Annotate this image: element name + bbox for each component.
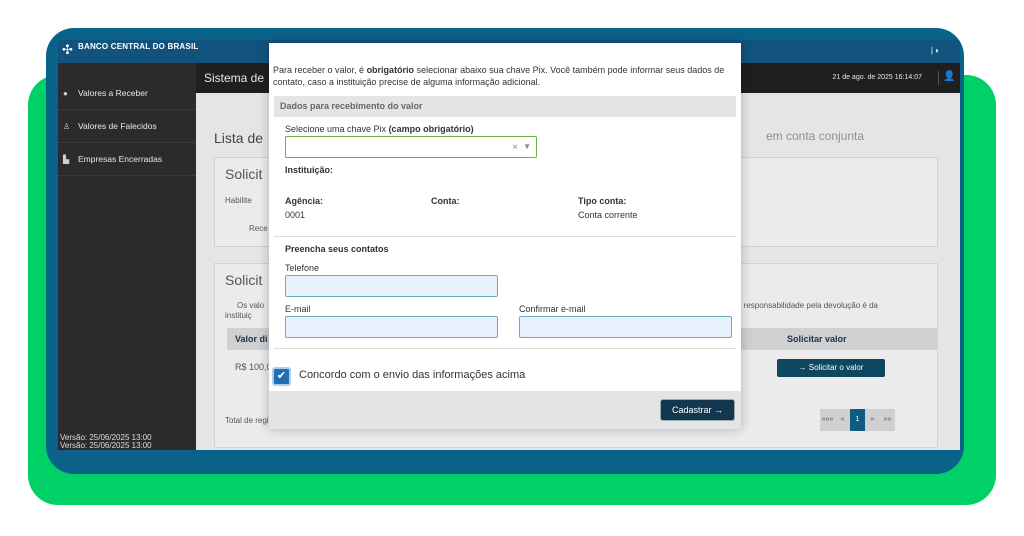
- person-icon: ♙: [63, 122, 71, 131]
- modal-footer: Cadastrar →: [269, 391, 741, 429]
- confirm-email-input[interactable]: [519, 316, 732, 338]
- next-page-button[interactable]: »: [865, 409, 880, 431]
- agree-label: Concordo com o envio das informações aci…: [299, 369, 526, 381]
- agency-label: Agência:: [285, 196, 324, 206]
- total-records: Total de regi: [225, 416, 269, 425]
- factory-icon: ▙: [63, 155, 70, 164]
- agree-checkbox[interactable]: ✔: [272, 367, 291, 386]
- confirm-email-label: Confirmar e-mail: [519, 304, 586, 314]
- sidebar-item-label: Empresas Encerradas: [78, 154, 163, 164]
- card-title: Solicit: [225, 272, 263, 288]
- email-input[interactable]: [285, 316, 498, 338]
- pagination: ««« « 1 » »»: [820, 409, 895, 431]
- bank-name: BANCO CENTRAL DO BRASIL: [78, 42, 199, 51]
- version-text: Versão: 25/06/2025 13:00: [60, 441, 152, 450]
- institution-label: Instituição:: [285, 165, 334, 175]
- prev-page-button[interactable]: «: [835, 409, 850, 431]
- phone-input[interactable]: [285, 275, 498, 297]
- page-button[interactable]: 1: [850, 409, 865, 431]
- conjunta-text: em conta conjunta: [766, 129, 865, 143]
- agency-value: 0001: [285, 210, 306, 220]
- column-header: Solicitar valor: [787, 334, 847, 344]
- pix-modal: Para receber o valor, é obrigatório sele…: [269, 43, 741, 429]
- account-label: Conta:: [431, 196, 460, 206]
- page-title: Lista de: [214, 130, 264, 146]
- row-value: R$ 100,0: [235, 362, 272, 372]
- account-type-value: Conta corrente: [578, 210, 638, 220]
- phone-label: Telefone: [285, 263, 320, 273]
- sidebar-item-valores-de-falecidos[interactable]: ♙ Valores de Falecidos: [58, 110, 196, 143]
- info-text: Habilite: [225, 196, 252, 205]
- first-page-button[interactable]: «««: [820, 409, 835, 431]
- info-text: a responsabilidade pela devolução é da: [737, 301, 878, 310]
- sidebar: ● Valores a Receber ♙ Valores de Falecid…: [58, 63, 196, 450]
- card-title: Solicit: [225, 166, 263, 182]
- email-label: E-mail: [285, 304, 311, 314]
- sidebar-item-label: Valores de Falecidos: [78, 121, 157, 131]
- account-type-label: Tipo conta:: [578, 196, 627, 206]
- submit-button[interactable]: Cadastrar →: [661, 400, 734, 420]
- chevron-down-icon: ▼: [523, 142, 531, 151]
- chat-bubble-icon: ●: [63, 89, 68, 98]
- last-page-button[interactable]: »»: [880, 409, 895, 431]
- info-text: Os valo: [237, 301, 265, 310]
- clear-icon[interactable]: ×: [512, 142, 518, 153]
- divider: [274, 236, 736, 237]
- datetime: 21 de ago. de 2025 16:14:07: [832, 74, 922, 81]
- sidebar-item-valores-a-receber[interactable]: ● Valores a Receber: [58, 77, 196, 110]
- section-header: Dados para recebimento do valor: [274, 96, 736, 117]
- radio-option-label[interactable]: Rece: [249, 224, 268, 233]
- contrast-toggle-icon[interactable]: | ◐: [931, 46, 940, 55]
- sidebar-item-label: Valores a Receber: [78, 88, 148, 98]
- check-icon: ✔: [276, 370, 287, 382]
- bcb-logo-icon: ✣: [62, 42, 73, 57]
- request-value-button[interactable]: → Solicitar o valor: [777, 359, 885, 377]
- contacts-title: Preencha seus contatos: [285, 244, 389, 254]
- column-header: Valor di: [235, 334, 268, 344]
- pix-key-label: Selecione uma chave Pix (campo obrigatór…: [285, 124, 474, 134]
- info-text: instituiç: [225, 311, 252, 320]
- pix-key-select[interactable]: × ▼: [285, 136, 537, 158]
- modal-intro: Para receber o valor, é obrigatório sele…: [273, 65, 725, 87]
- divider: [274, 348, 736, 349]
- user-icon[interactable]: 👤: [938, 71, 955, 85]
- system-title: Sistema de: [204, 71, 265, 85]
- sidebar-item-empresas-encerradas[interactable]: ▙ Empresas Encerradas: [58, 143, 196, 176]
